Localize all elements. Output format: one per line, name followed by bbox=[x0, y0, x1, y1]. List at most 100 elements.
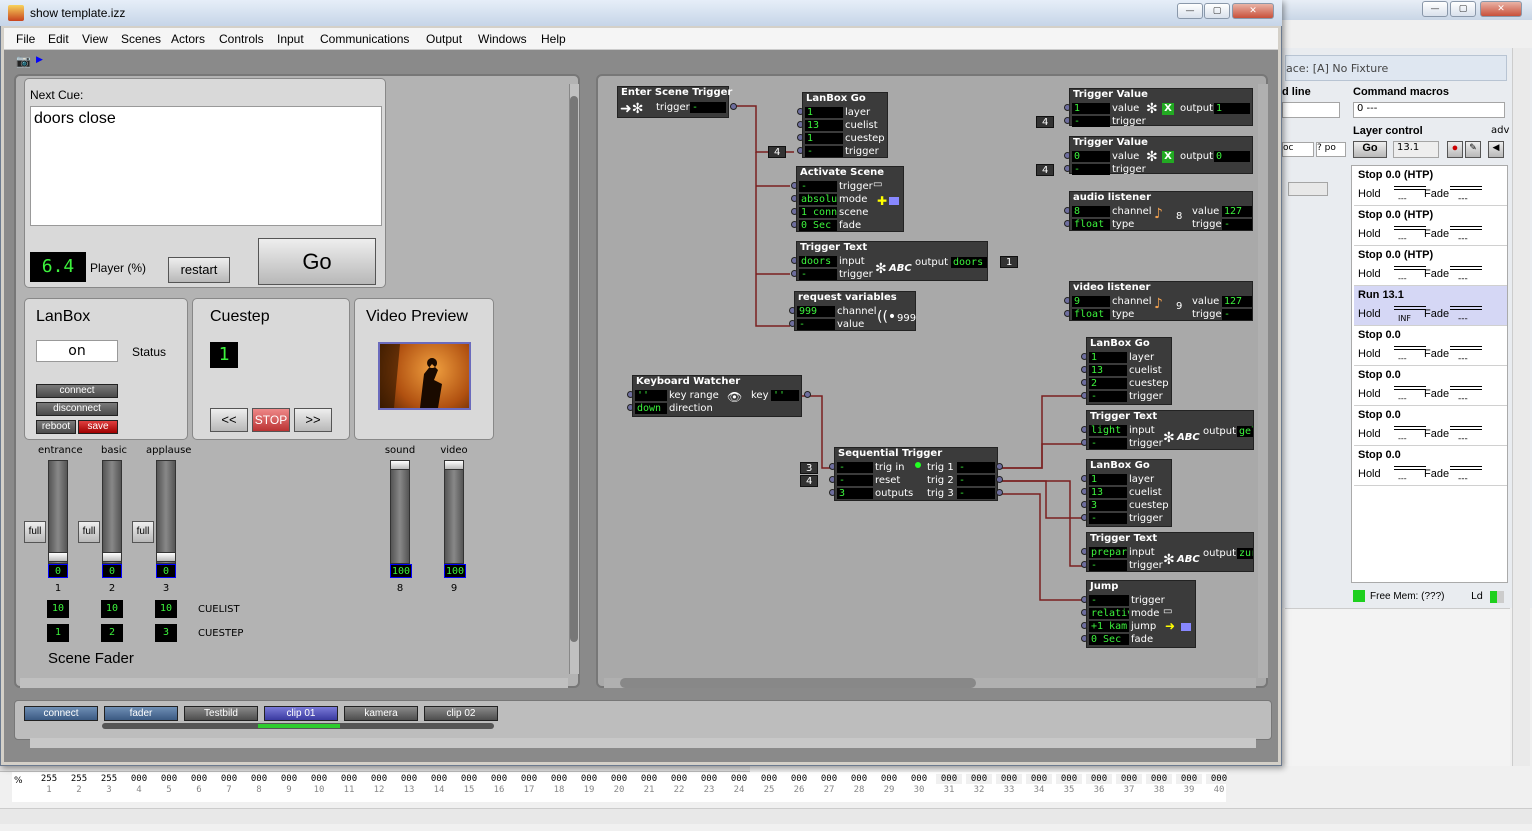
close-icon[interactable]: ✕ bbox=[1480, 1, 1522, 17]
input-value[interactable]: absolut bbox=[799, 194, 837, 205]
input-value[interactable]: - bbox=[1072, 164, 1110, 175]
actor-audio[interactable]: audio listener 8 channel float type ♪ 8 value 12… bbox=[1069, 191, 1253, 231]
output-port[interactable] bbox=[730, 103, 737, 110]
bottom-scrollbar[interactable] bbox=[0, 808, 1532, 824]
edit-icon[interactable]: ✎ bbox=[1465, 141, 1481, 158]
input-value[interactable]: 1 bbox=[1089, 474, 1127, 485]
input-value[interactable]: - bbox=[1089, 513, 1127, 524]
actor-lanbox_go3[interactable]: LanBox Go 1 layer 13 cuelist 3 cuestep - trigger bbox=[1086, 459, 1172, 527]
input-tag: 3 bbox=[800, 462, 819, 474]
dmx-channel: 34 bbox=[1033, 785, 1045, 795]
actor-jump[interactable]: Jump -triggerrelativemode+1 kamjump0 Secf… bbox=[1086, 580, 1196, 648]
actor-activate[interactable]: Activate Scene -triggerabsolutmode1 conne… bbox=[796, 166, 904, 232]
scene-tab[interactable]: Testbild bbox=[184, 706, 258, 721]
input-value[interactable]: - bbox=[837, 475, 873, 486]
input-value[interactable]: '' bbox=[635, 390, 667, 401]
maximize-icon[interactable]: ▢ bbox=[1450, 1, 1476, 17]
input-value[interactable]: 0 bbox=[1072, 151, 1110, 162]
dmx-value: 000 bbox=[190, 774, 208, 784]
output-port[interactable] bbox=[804, 391, 811, 398]
input-value[interactable]: - bbox=[1089, 438, 1127, 449]
input-value[interactable]: 8 bbox=[1072, 206, 1110, 217]
scene-tab[interactable]: clip 01 bbox=[264, 706, 338, 721]
input-value[interactable]: 0 Sec bbox=[1089, 634, 1129, 645]
actor-keyboard[interactable]: Keyboard Watcher '' key range down direction… bbox=[632, 375, 802, 417]
input-value[interactable]: down bbox=[635, 403, 667, 414]
command-line-input[interactable] bbox=[1282, 102, 1340, 118]
input-value[interactable]: 0 Sec bbox=[799, 220, 837, 231]
cue-row[interactable]: Stop 0.0 Hold Fade --- --- bbox=[1354, 446, 1507, 486]
cue-row[interactable]: Stop 0.0 Hold Fade --- --- bbox=[1354, 406, 1507, 446]
actor-reqvar[interactable]: request variables 999 channel - value ((• 999 bbox=[794, 291, 916, 331]
fade-bar bbox=[1450, 186, 1482, 190]
actor-seq[interactable]: Sequential Trigger - trig in - reset 3 outputs… bbox=[834, 447, 998, 501]
actor-trigtext3[interactable]: Trigger Text prepareinput-trigger✻ABCoutp… bbox=[1086, 532, 1254, 572]
input-value[interactable]: 1 bbox=[1089, 352, 1127, 363]
input-value[interactable]: 3 bbox=[1089, 500, 1127, 511]
record-icon[interactable]: ● bbox=[1447, 141, 1463, 158]
input-value[interactable]: 13 bbox=[805, 120, 843, 131]
bg-select-2[interactable]: ? po bbox=[1316, 142, 1346, 157]
free-mem-label: Free Mem: (???) bbox=[1370, 591, 1445, 602]
input-value[interactable]: - bbox=[837, 462, 873, 473]
input-value[interactable]: 9 bbox=[1072, 296, 1110, 307]
input-value[interactable]: 1 conne bbox=[799, 207, 837, 218]
input-value[interactable]: doors c bbox=[799, 256, 837, 267]
input-value[interactable]: float bbox=[1072, 309, 1110, 320]
patch-vscroll[interactable] bbox=[1258, 84, 1268, 678]
actor-lanbox_go1[interactable]: LanBox Go 1 layer 13 cuelist 1 cuestep - trigger bbox=[802, 92, 888, 158]
layer-go-button[interactable]: Go bbox=[1353, 141, 1387, 158]
cue-row[interactable]: Run 13.1 Hold Fade INF --- bbox=[1354, 286, 1507, 326]
layer-value-input[interactable]: 13.1 bbox=[1393, 141, 1439, 158]
input-value[interactable]: - bbox=[1072, 116, 1110, 127]
scene-tab[interactable]: fader bbox=[104, 706, 178, 721]
actor-trigval1[interactable]: Trigger Value 1 value - trigger ✻ Xoutput 1 bbox=[1069, 88, 1253, 127]
input-value[interactable]: float bbox=[1072, 219, 1110, 230]
bg-select-1[interactable]: oc bbox=[1282, 142, 1314, 157]
cue-row[interactable]: Stop 0.0 Hold Fade --- --- bbox=[1354, 326, 1507, 366]
actor-trigtext2[interactable]: Trigger Text light chinput-trigger✻ABCout… bbox=[1086, 410, 1254, 450]
input-value[interactable]: prepare bbox=[1089, 547, 1127, 558]
input-value[interactable]: 13 bbox=[1089, 487, 1127, 498]
input-value[interactable]: - bbox=[1089, 560, 1127, 571]
input-value[interactable]: - bbox=[1089, 391, 1127, 402]
minimize-icon[interactable]: — bbox=[1422, 1, 1448, 17]
input-value[interactable]: 1 bbox=[805, 107, 843, 118]
input-value[interactable]: - bbox=[799, 181, 837, 192]
output-port[interactable] bbox=[996, 476, 1003, 483]
input-value[interactable]: - bbox=[805, 146, 843, 157]
output-port[interactable] bbox=[996, 463, 1003, 470]
input-value[interactable]: light ch bbox=[1089, 425, 1127, 436]
input-value[interactable]: 999 bbox=[797, 306, 835, 317]
patch-hscroll-thumb[interactable] bbox=[620, 678, 976, 688]
output-port[interactable] bbox=[996, 489, 1003, 496]
rewind-icon[interactable]: ◀ bbox=[1488, 141, 1504, 158]
actor-trigval2[interactable]: Trigger Value 0 value - trigger ✻ Xoutput 0 bbox=[1069, 136, 1253, 175]
cue-row[interactable]: Stop 0.0 (HTP) Hold Fade --- --- bbox=[1354, 246, 1507, 286]
input-value[interactable]: 1 bbox=[1072, 103, 1110, 114]
scene-tab[interactable]: connect bbox=[24, 706, 98, 721]
bg-scrollbar[interactable] bbox=[1512, 48, 1530, 808]
input-value[interactable]: - bbox=[799, 269, 837, 280]
actor-lanbox_go2[interactable]: LanBox Go 1 layer 13 cuelist 2 cuestep - trigger bbox=[1086, 337, 1172, 405]
actor-video[interactable]: video listener 9 channel float type ♪ 9 value 12… bbox=[1069, 281, 1253, 321]
bg-tab[interactable]: ace: [A] No Fixture bbox=[1285, 55, 1507, 81]
input-value[interactable]: 1 bbox=[805, 133, 843, 144]
cue-row[interactable]: Stop 0.0 Hold Fade --- --- bbox=[1354, 366, 1507, 406]
input-value[interactable]: relative bbox=[1089, 608, 1129, 619]
scene-tab[interactable]: clip 02 bbox=[424, 706, 498, 721]
bg-field[interactable] bbox=[1288, 182, 1328, 196]
cue-row[interactable]: Stop 0.0 (HTP) Hold Fade --- --- bbox=[1354, 166, 1507, 206]
command-macros-select[interactable]: 0 --- bbox=[1353, 102, 1505, 118]
actor-enter-scene-trigger[interactable]: Enter Scene Trigger ➜✻ trigger - bbox=[617, 86, 732, 118]
input-value[interactable]: 3 bbox=[837, 488, 873, 499]
input-value[interactable]: 13 bbox=[1089, 365, 1127, 376]
actor-trigtext1[interactable]: Trigger Textdoors cinput-trigger✻ABCoutp… bbox=[796, 241, 988, 281]
input-value[interactable]: - bbox=[797, 319, 835, 330]
input-value[interactable]: 2 bbox=[1089, 378, 1127, 389]
window-hscroll[interactable] bbox=[30, 738, 1256, 748]
cue-row[interactable]: Stop 0.0 (HTP) Hold Fade --- --- bbox=[1354, 206, 1507, 246]
scene-tab[interactable]: kamera bbox=[344, 706, 418, 721]
input-value[interactable]: +1 kam bbox=[1089, 621, 1129, 632]
input-value[interactable]: - bbox=[1089, 595, 1129, 606]
